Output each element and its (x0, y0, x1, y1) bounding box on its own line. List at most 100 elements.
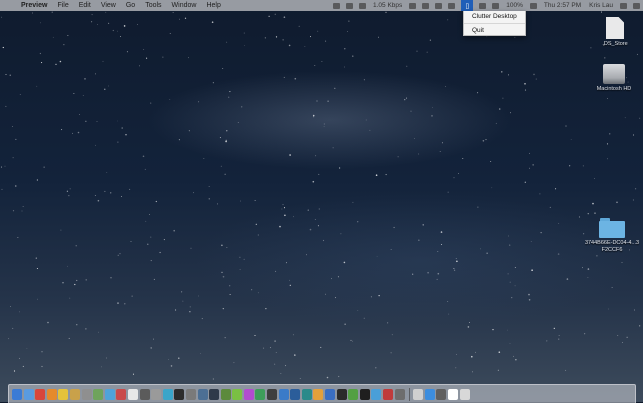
menu-view[interactable]: View (96, 2, 121, 9)
star (431, 115, 433, 117)
star (323, 125, 325, 127)
search-icon[interactable] (620, 2, 627, 9)
menu-item-clutter-desktop[interactable]: Clutter Desktop (464, 11, 525, 22)
star (212, 82, 214, 84)
dock-app-icon[interactable] (12, 388, 22, 400)
star (117, 30, 118, 32)
desktop-icon-macintosh-hd[interactable]: Macintosh HD (590, 64, 638, 92)
star (41, 351, 43, 353)
star (578, 216, 581, 218)
dock-stack-icon[interactable] (459, 388, 470, 400)
dock-app-icon[interactable] (46, 388, 57, 400)
menu-preview[interactable]: Preview (16, 2, 52, 9)
dock-app-icon[interactable] (313, 388, 324, 400)
dock-stack-icon[interactable] (447, 388, 458, 400)
dock-app-icon[interactable] (185, 388, 196, 400)
dock-app-icon[interactable] (255, 388, 266, 400)
dock-app-icon[interactable] (336, 388, 347, 400)
user-name[interactable]: Kris Lau (589, 2, 613, 9)
clock[interactable]: Thu 2:57 PM (544, 2, 581, 9)
dock-app-icon[interactable] (243, 388, 254, 400)
dock-app-icon[interactable] (69, 388, 80, 400)
glasses-icon[interactable] (448, 2, 456, 9)
desktop-icon-ds-store[interactable]: .DS_Store (598, 17, 632, 47)
dock-app-icon[interactable] (174, 388, 185, 400)
star (108, 22, 110, 24)
dock-stack-icon[interactable] (424, 388, 435, 400)
menu-edit[interactable]: Edit (74, 2, 96, 9)
dock-app-icon[interactable] (162, 388, 173, 400)
star (357, 310, 359, 311)
menu-file[interactable]: File (52, 2, 73, 9)
star (344, 48, 346, 50)
clutter-menu-icon[interactable]: ▯ (461, 0, 474, 11)
dock-stack-icon[interactable] (436, 388, 447, 400)
star (284, 214, 286, 217)
dock-app-icon[interactable] (359, 388, 370, 400)
bluetooth-icon[interactable] (479, 2, 487, 9)
star (26, 348, 28, 349)
dock-app-icon[interactable] (127, 388, 138, 400)
dock-app-icon[interactable] (267, 388, 278, 400)
wifi-icon[interactable] (492, 2, 500, 9)
dock-app-icon[interactable] (151, 388, 162, 400)
battery-icon[interactable] (529, 2, 537, 9)
dock-app-icon[interactable] (35, 388, 46, 400)
shield-icon[interactable] (359, 2, 367, 9)
music-icon[interactable] (422, 2, 430, 9)
star (263, 347, 265, 349)
star (12, 210, 15, 212)
dock-app-icon[interactable] (81, 388, 92, 400)
location-icon[interactable] (333, 2, 341, 9)
star (596, 255, 598, 257)
dock-app-icon[interactable] (348, 388, 359, 400)
star (529, 167, 530, 169)
star (490, 160, 492, 162)
star (91, 21, 93, 23)
star (363, 317, 365, 319)
dropbox-icon[interactable] (409, 2, 417, 9)
battery-percent[interactable]: 100% (506, 2, 523, 9)
dock-app-icon[interactable] (93, 388, 104, 400)
dock-app-icon[interactable] (278, 388, 289, 400)
cloud-icon[interactable] (346, 2, 354, 9)
dock-app-icon[interactable] (383, 388, 393, 400)
star (636, 53, 638, 55)
dock-stack-icon[interactable] (413, 388, 424, 400)
dock-app-icon[interactable] (23, 388, 34, 400)
menu-help[interactable]: Help (201, 2, 225, 9)
dock-app-icon[interactable] (116, 388, 127, 400)
dock-app-icon[interactable] (290, 388, 301, 400)
menu-window[interactable]: Window (167, 2, 202, 9)
dock-app-icon[interactable] (232, 388, 243, 400)
dock-app-icon[interactable] (371, 388, 382, 400)
notification-center-icon[interactable] (633, 2, 640, 9)
star (233, 362, 235, 364)
dock-app-icon[interactable] (197, 388, 208, 400)
star (587, 277, 589, 278)
dock-app-icon[interactable] (209, 388, 220, 400)
dock-app-icon[interactable] (301, 388, 312, 400)
star (437, 272, 440, 275)
star (535, 78, 537, 80)
menu-go[interactable]: Go (121, 2, 140, 9)
network-speed[interactable]: 1.05 Kbps (373, 2, 402, 9)
dock-app-icon[interactable] (325, 388, 336, 400)
dock-app-icon[interactable] (104, 388, 115, 400)
dock-app-icon[interactable] (220, 388, 231, 400)
star (370, 296, 372, 298)
dock-app-icon[interactable] (139, 388, 150, 400)
menu-item-quit[interactable]: Quit (464, 25, 525, 36)
dock-app-icon[interactable] (58, 388, 69, 400)
star (181, 291, 183, 293)
star (150, 236, 152, 238)
star (212, 378, 214, 380)
dock-app-icon[interactable] (394, 388, 405, 400)
star (221, 271, 223, 273)
menu-tools[interactable]: Tools (140, 2, 166, 9)
desktop-icon-folder[interactable]: 3744B66E-DC04-4...3F2CCF6 (584, 218, 640, 254)
star (378, 36, 379, 38)
notes-icon[interactable] (435, 2, 443, 9)
star (350, 339, 352, 341)
star (95, 144, 97, 146)
